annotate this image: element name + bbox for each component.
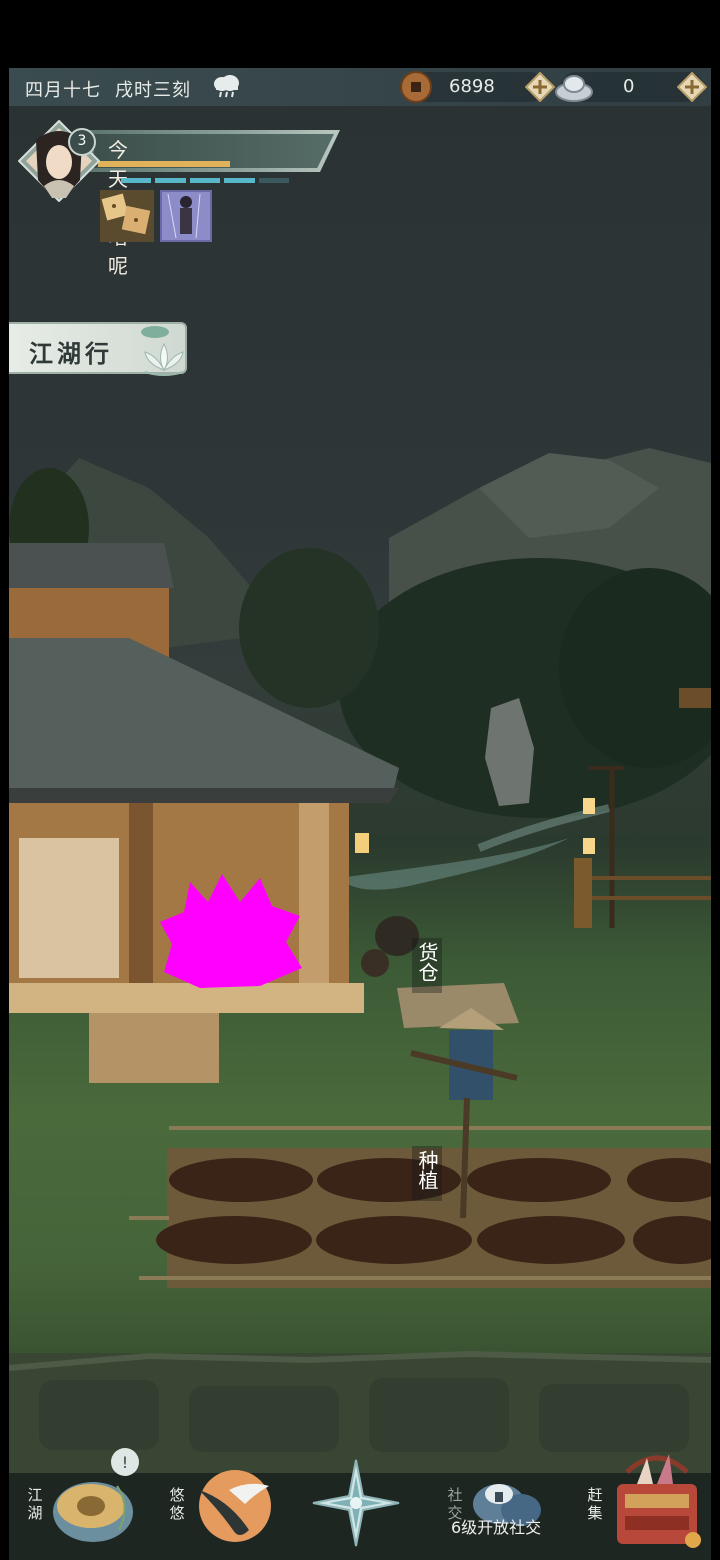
social-unlock-hint: 6级开放社交 bbox=[451, 1518, 542, 1537]
game-scene bbox=[9, 68, 711, 1560]
magpie-moon-icon bbox=[199, 1470, 271, 1542]
svg-text:!: ! bbox=[122, 1453, 128, 1472]
energy-segment bbox=[155, 178, 186, 183]
energy-segment bbox=[258, 178, 290, 183]
buff-character-icon[interactable] bbox=[160, 190, 212, 242]
energy-segment bbox=[224, 178, 255, 183]
rain-cloud-icon bbox=[214, 75, 239, 98]
compass-star-icon bbox=[312, 1459, 400, 1547]
scene-art bbox=[9, 448, 711, 1560]
storage-label[interactable]: 货仓 bbox=[412, 938, 442, 993]
planting-label[interactable]: 种植 bbox=[412, 1146, 442, 1201]
add-silver-button[interactable] bbox=[677, 72, 707, 102]
energy-segment bbox=[121, 178, 152, 183]
nav-center[interactable] bbox=[311, 1458, 401, 1548]
nav-youyou-label: 悠悠 bbox=[169, 1486, 185, 1522]
copper-coin-icon bbox=[400, 71, 432, 103]
bottom-navigation: 江湖 ! 悠悠 社交 6级开放社交 赶集 bbox=[9, 1440, 711, 1560]
game-time: 戌时三刻 bbox=[115, 80, 191, 101]
magenta-placeholder-shape bbox=[160, 874, 302, 988]
player-level-badge: 3 bbox=[68, 128, 96, 156]
nav-market-label: 赶集 bbox=[587, 1486, 603, 1522]
market-basket-icon bbox=[617, 1454, 701, 1548]
jianghu-travel-label: 江湖行 bbox=[29, 339, 113, 368]
silver-ingot-icon bbox=[555, 75, 593, 102]
nav-jianghu-label: 江湖 bbox=[27, 1486, 43, 1522]
straw-hat-icon: ! bbox=[53, 1448, 139, 1542]
top-status-bar: 四月十七 戌时三刻 6898 0 bbox=[9, 68, 711, 106]
nav-youyou[interactable]: 悠悠 bbox=[159, 1440, 289, 1556]
add-copper-button[interactable] bbox=[525, 72, 555, 102]
copper-coin-value: 6898 bbox=[449, 76, 495, 97]
experience-bar bbox=[98, 161, 230, 167]
nav-jianghu[interactable]: 江湖 ! bbox=[19, 1440, 149, 1556]
storage-label-text: 货仓 bbox=[415, 942, 439, 982]
lotus-icon bbox=[141, 326, 184, 376]
buff-dice-icon[interactable] bbox=[100, 190, 154, 242]
jianghu-travel-button[interactable]: 江湖行 bbox=[9, 322, 187, 376]
calendar-date: 四月十七 bbox=[25, 80, 101, 101]
planting-label-text: 种植 bbox=[415, 1150, 439, 1190]
energy-bar bbox=[121, 178, 290, 183]
silver-value: 0 bbox=[623, 76, 635, 97]
nav-social[interactable]: 社交 6级开放社交 bbox=[439, 1440, 569, 1556]
nav-market[interactable]: 赶集 bbox=[579, 1440, 709, 1556]
energy-segment bbox=[189, 178, 221, 183]
